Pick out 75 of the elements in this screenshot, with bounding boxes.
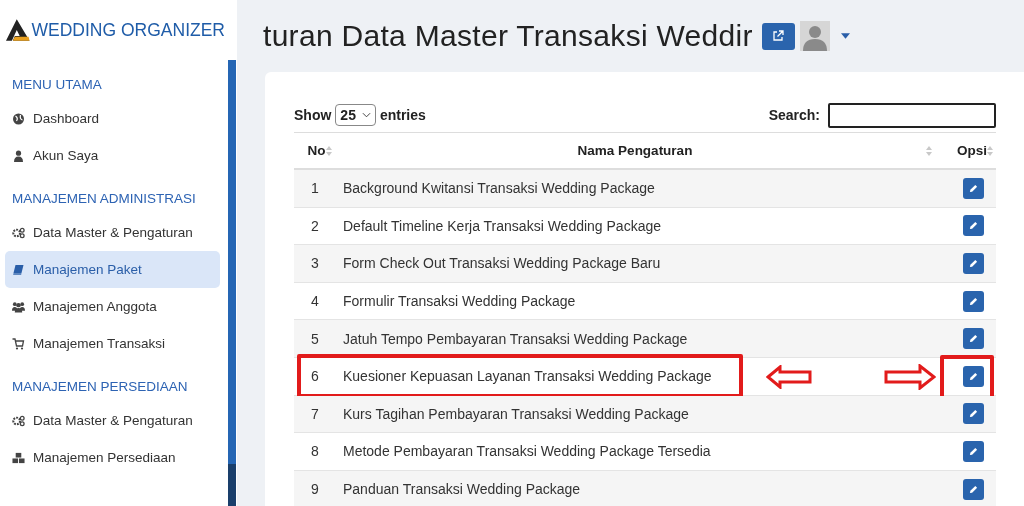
edit-button[interactable] xyxy=(963,403,984,425)
pencil-icon xyxy=(969,259,978,268)
column-header[interactable]: No xyxy=(294,133,334,168)
sidebar-item[interactable]: Manajemen Paket xyxy=(5,251,220,288)
column-header[interactable]: Opsi xyxy=(936,133,996,168)
table-cell: Panduan Transaksi Wedding Package xyxy=(343,481,581,498)
scrollbar[interactable] xyxy=(228,60,236,506)
pencil-icon xyxy=(969,296,978,306)
caret-icon[interactable] xyxy=(840,33,850,39)
table-cell: Kurs Tagihan Pembayaran Transaksi Wedding Package xyxy=(343,405,689,422)
table-cell-text: 7 xyxy=(310,405,319,422)
pencil-icon xyxy=(969,446,978,456)
external-link-icon xyxy=(772,30,785,42)
sort-icon xyxy=(926,144,932,157)
right-arrow-icon xyxy=(884,363,936,390)
pencil-icon xyxy=(969,409,978,419)
edit-button[interactable] xyxy=(963,328,984,350)
table-cell-text: 5 xyxy=(310,330,319,347)
sidebar-item[interactable]: Data Master & Pengaturan xyxy=(5,214,220,251)
table-cell: Kuesioner Kepuasan Layanan Transaksi Wedding Package xyxy=(343,368,712,385)
page-size-select[interactable]: 25 xyxy=(335,104,376,126)
table-cell: Metode Pembayaran Transaksi Wedding Package Tersedia xyxy=(343,443,711,460)
edit-button[interactable] xyxy=(963,478,984,500)
logo-icon xyxy=(5,18,31,42)
chevron-down-icon xyxy=(361,112,371,118)
sidebar-item[interactable]: Akun Saya xyxy=(5,137,220,174)
search-field[interactable] xyxy=(828,102,996,128)
sort-icon xyxy=(325,144,332,157)
table-cell-text: 3 xyxy=(310,255,319,272)
table-cell: Form Check Out Transaksi Wedding Package Baru xyxy=(343,255,661,272)
table-cell-text: 2 xyxy=(310,217,319,234)
sidebar-item[interactable]: Manajemen Transaksi xyxy=(5,325,220,362)
cart-icon xyxy=(12,337,25,350)
edit-button[interactable] xyxy=(963,253,984,274)
pencil-icon xyxy=(969,371,978,381)
sidebar-item[interactable]: Manajemen Persediaan xyxy=(5,439,220,476)
page-title: turan Data Master Transaksi Weddir xyxy=(263,19,753,53)
edit-button[interactable] xyxy=(963,440,984,462)
section-heading: MANAJEMEN ADMINISTRASI xyxy=(11,190,197,208)
pencil-icon xyxy=(969,221,978,231)
scrollbar-thumb[interactable] xyxy=(228,464,236,506)
pencil-icon xyxy=(969,484,978,494)
avatar-icon[interactable] xyxy=(799,21,830,51)
edit-button[interactable] xyxy=(963,365,984,387)
table-cell-text: 4 xyxy=(310,293,319,310)
section-heading: MANAJEMEN PERSEDIAAN xyxy=(11,378,189,396)
sort-icon xyxy=(987,144,993,157)
edit-button[interactable] xyxy=(963,177,984,199)
sidebar-item[interactable]: Dashboard xyxy=(5,100,220,137)
table-cell: Default Timeline Kerja Transaksi Wedding Package xyxy=(343,217,661,234)
section-heading: MENU UTAMA xyxy=(11,76,103,94)
sidebar-item[interactable]: Data Master & Pengaturan xyxy=(5,402,220,439)
table-cell-text: 6 xyxy=(310,368,319,385)
external-link-button[interactable] xyxy=(761,22,795,50)
table-cell-text: 8 xyxy=(310,443,319,460)
sidebar-item[interactable]: Manajemen Anggota xyxy=(5,288,220,325)
book-icon xyxy=(12,263,25,276)
table-cell: Formulir Transaksi Wedding Package xyxy=(343,293,576,310)
table-cell: Background Kwitansi Transaksi Wedding Package xyxy=(343,180,655,197)
pencil-icon xyxy=(969,334,978,344)
edit-button[interactable] xyxy=(963,215,984,237)
cubes-icon xyxy=(12,451,25,464)
table-cell: Jatuh Tempo Pembayaran Transaksi Wedding Package xyxy=(343,330,688,347)
search-label: Search: xyxy=(768,107,820,123)
edit-button[interactable] xyxy=(963,290,984,312)
table-cell-text: 9 xyxy=(310,481,319,498)
brand-name: WEDDING ORGANIZER xyxy=(31,19,225,41)
pencil-icon xyxy=(969,183,978,193)
users-icon xyxy=(12,300,25,313)
left-arrow-icon xyxy=(766,364,812,389)
entries-label: entries xyxy=(379,107,426,123)
table-cell-text: 1 xyxy=(310,180,319,197)
column-header[interactable]: Nama Pengaturan xyxy=(334,133,936,168)
show-label: Show xyxy=(294,107,332,123)
user-icon xyxy=(12,149,25,162)
